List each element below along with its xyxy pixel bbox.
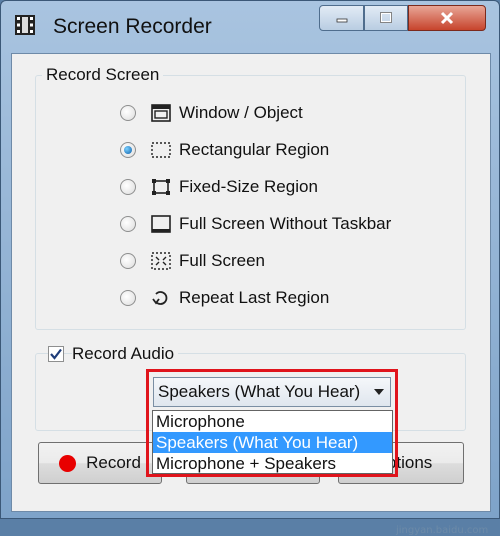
minimize-button[interactable] [319,5,364,31]
radio-full-screen-without-taskbar[interactable]: Full Screen Without Taskbar [120,209,391,239]
rectangular-region-icon [151,142,171,158]
record-button[interactable]: Record [38,442,162,484]
screen-recorder-window: Screen Recorder Record Screen Window / O… [0,0,500,536]
radio-label: Repeat Last Region [179,288,330,307]
radio-label: Window / Object [179,103,303,122]
full-screen-without-taskbar-icon [151,215,171,233]
radio-repeat-last-region[interactable]: Repeat Last Region [120,283,329,313]
radio-label: Fixed-Size Region [179,177,318,196]
close-icon [440,11,454,25]
checkmark-icon [50,348,62,360]
radio-window-object[interactable]: Window / Object [120,98,303,128]
record-audio-checkbox[interactable] [48,346,64,362]
radio-button[interactable] [120,216,136,232]
fixed-size-region-icon [152,179,170,195]
record-screen-label: Record Screen [42,65,164,85]
record-audio-label[interactable]: Record Audio [72,344,179,364]
radio-button[interactable] [120,290,136,306]
radio-button[interactable] [120,142,136,158]
watermark-text: jingyan.baidu.com [396,525,489,536]
minimize-icon [336,18,347,23]
radio-fixed-size-region[interactable]: Fixed-Size Region [120,172,318,202]
record-button-label: Record [86,453,141,472]
maximize-icon [380,12,392,23]
close-button[interactable] [408,5,486,31]
radio-rectangular-region[interactable]: Rectangular Region [120,135,329,165]
window-title: Screen Recorder [53,15,212,38]
radio-label: Full Screen [179,251,265,270]
dialog-body: Record Screen Window / Object Rectangula… [11,53,491,536]
radio-full-screen[interactable]: Full Screen [120,246,265,276]
film-icon [15,15,35,35]
record-dot-icon [59,454,77,472]
annotation-highlight-box [146,369,398,477]
radio-button[interactable] [120,105,136,121]
title-bar[interactable]: Screen Recorder [1,1,500,53]
window-object-icon [151,104,171,122]
radio-label: Rectangular Region [179,140,330,159]
radio-button[interactable] [120,179,136,195]
repeat-last-region-icon [152,291,168,305]
radio-button[interactable] [120,253,136,269]
radio-label: Full Screen Without Taskbar [179,214,392,233]
full-screen-icon [151,252,171,270]
maximize-button[interactable] [364,5,408,31]
